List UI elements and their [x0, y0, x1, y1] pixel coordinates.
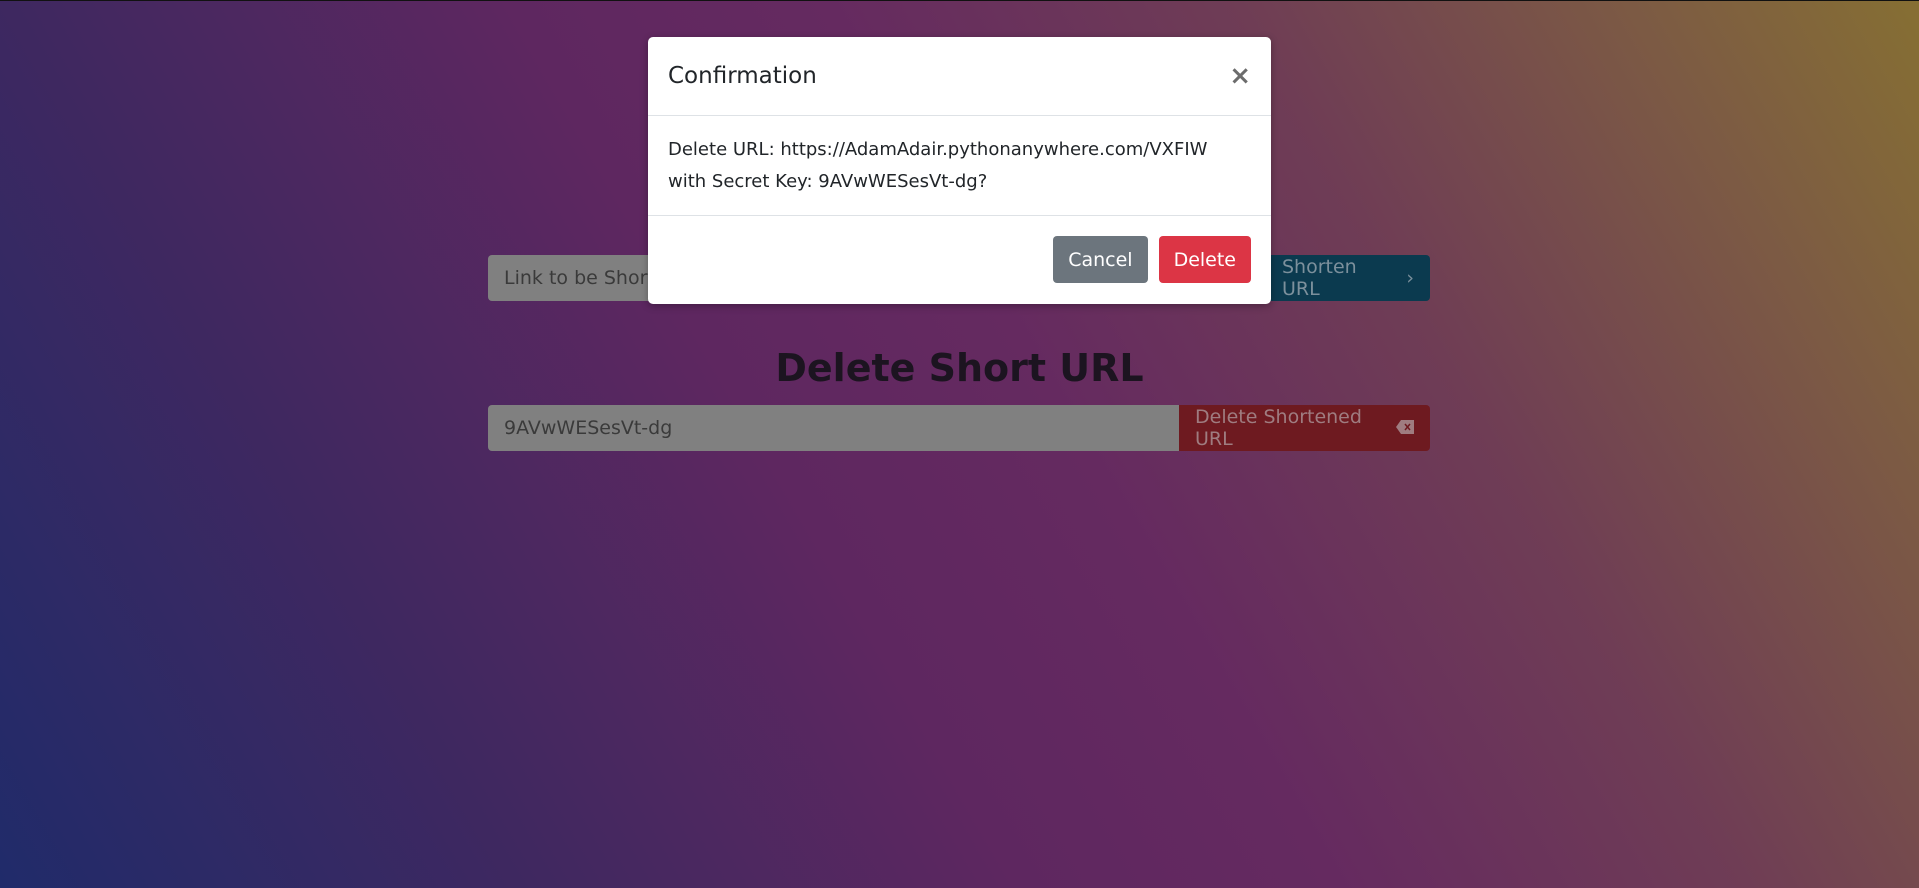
- secret-key-input[interactable]: 9AVwWESesVt-dg: [488, 405, 1179, 451]
- top-border: [0, 0, 1919, 1]
- confirmation-modal: Confirmation × Delete URL: https://AdamA…: [648, 37, 1271, 304]
- delete-button[interactable]: Delete: [1158, 236, 1251, 283]
- modal-header: Confirmation ×: [648, 37, 1271, 116]
- chevron-right-icon: ›: [1406, 267, 1414, 289]
- modal-body: Delete URL: https://AdamAdair.pythonanyw…: [648, 116, 1271, 216]
- delete-heading: Delete Short URL: [775, 346, 1144, 390]
- shorten-url-label: Shorten URL: [1282, 256, 1357, 300]
- modal-footer: Cancel Delete: [648, 216, 1271, 283]
- backspace-icon: [1396, 417, 1414, 439]
- cancel-button[interactable]: Cancel: [1053, 236, 1148, 283]
- modal-title: Confirmation: [668, 63, 817, 89]
- modal-message: Delete URL: https://AdamAdair.pythonanyw…: [668, 138, 1208, 192]
- shorten-url-button[interactable]: Shorten URL ›: [1266, 255, 1430, 301]
- delete-form: 9AVwWESesVt-dg Delete Shortened URL: [488, 405, 1430, 451]
- delete-shortened-url-button[interactable]: Delete Shortened URL: [1179, 405, 1430, 451]
- close-icon[interactable]: ×: [1229, 61, 1251, 91]
- delete-shortened-url-label: Delete Shortened URL: [1195, 406, 1362, 450]
